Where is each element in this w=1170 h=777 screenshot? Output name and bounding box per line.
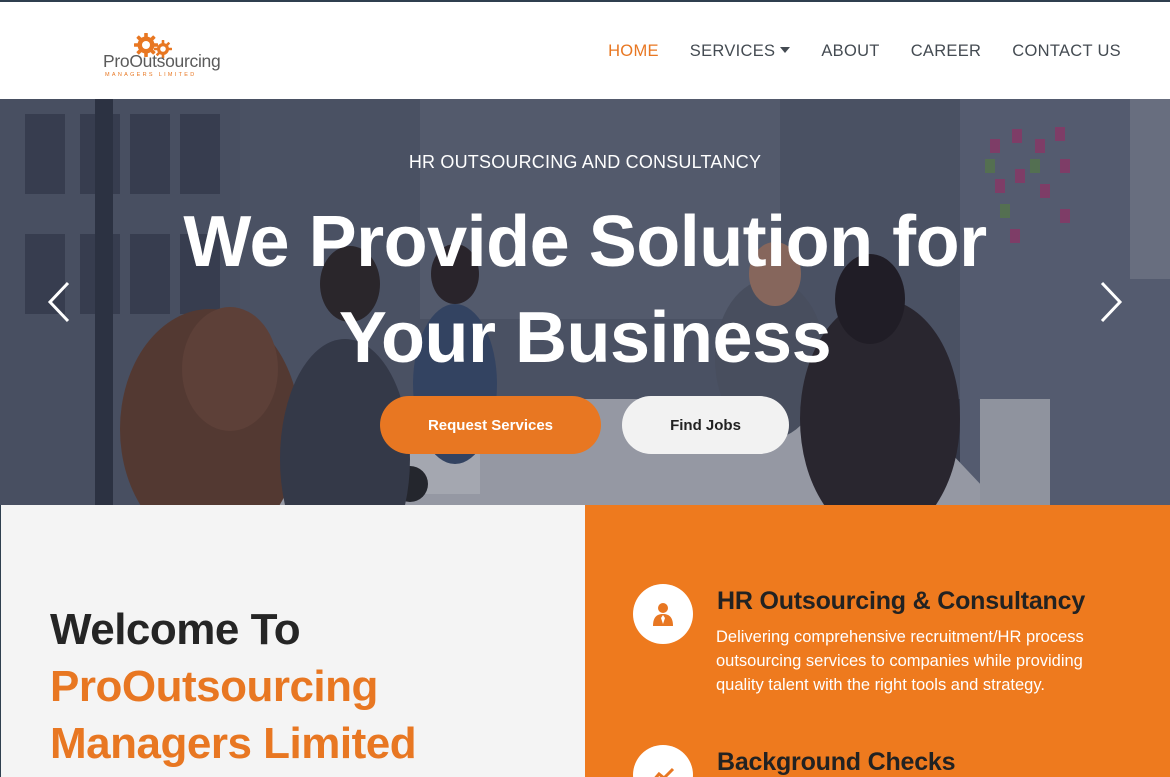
welcome-line-2: ProOutsourcing	[50, 662, 378, 711]
hero-title-line-2: Your Business	[338, 298, 832, 378]
service-title: Background Checks	[717, 748, 956, 776]
logo[interactable]: ProOutsourcing MANAGERS LIMITED	[103, 32, 221, 82]
caret-down-icon	[780, 47, 791, 53]
hero-title-line-1: We Provide Solution for	[183, 202, 987, 282]
logo-tagline: MANAGERS LIMITED	[105, 72, 197, 78]
chevron-left-icon	[47, 281, 70, 323]
nav-about[interactable]: ABOUT	[821, 42, 879, 61]
chart-icon	[654, 767, 675, 777]
nav-contact-us[interactable]: CONTACT US	[1012, 42, 1121, 61]
person-icon	[653, 603, 673, 626]
chevron-right-icon	[1100, 281, 1123, 323]
find-jobs-button[interactable]: Find Jobs	[622, 396, 789, 454]
site-header: ProOutsourcing MANAGERS LIMITED HOME SER…	[0, 0, 1170, 99]
hero-carousel: HR OUTSOURCING AND CONSULTANCY We Provid…	[0, 99, 1170, 505]
service-icon-circle	[633, 584, 693, 644]
main-nav: HOME SERVICES ABOUT CAREER CONTACT US	[608, 42, 1121, 61]
welcome-section: Welcome To ProOutsourcing Managers Limit…	[0, 505, 585, 777]
logo-name: ProOutsourcing	[103, 51, 221, 71]
hero-eyebrow: HR OUTSOURCING AND CONSULTANCY	[408, 152, 762, 172]
nav-career[interactable]: CAREER	[911, 42, 982, 61]
hero-title: We Provide Solution for Your Business	[0, 194, 1170, 386]
welcome-heading: Welcome To ProOutsourcing Managers Limit…	[50, 601, 417, 772]
carousel-prev-button[interactable]	[46, 281, 72, 328]
nav-home[interactable]: HOME	[608, 42, 659, 61]
service-icon-circle	[633, 745, 693, 777]
services-section: HR Outsourcing & Consultancy Delivering …	[585, 505, 1170, 777]
service-title: HR Outsourcing & Consultancy	[717, 587, 1086, 615]
request-services-button[interactable]: Request Services	[380, 396, 601, 454]
nav-services[interactable]: SERVICES	[690, 42, 791, 61]
carousel-next-button[interactable]	[1098, 281, 1124, 328]
welcome-line-3: Managers Limited	[50, 719, 417, 768]
welcome-line-1: Welcome To	[50, 605, 301, 654]
service-description: Delivering comprehensive recruitment/HR …	[716, 628, 1084, 694]
